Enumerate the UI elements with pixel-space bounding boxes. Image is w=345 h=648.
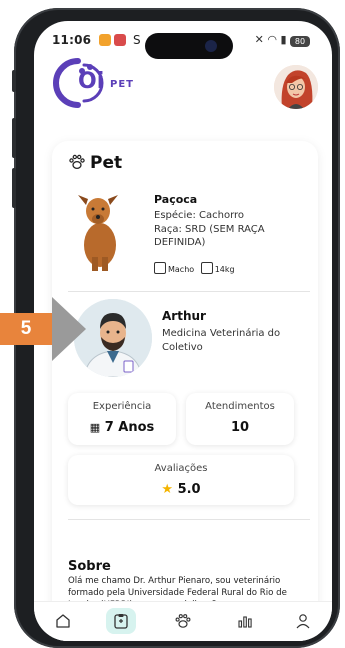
status-time: 11:06 S • bbox=[52, 33, 154, 47]
paw-icon bbox=[175, 614, 191, 628]
experience-card: Experiência ▦ 7 Anos bbox=[68, 393, 176, 445]
rating-value: ★ 5.0 bbox=[161, 482, 201, 497]
status-s-label: S bbox=[132, 33, 141, 47]
chart-icon bbox=[238, 616, 252, 628]
section-title: Pet bbox=[68, 153, 122, 173]
wifi-icon: ◠ bbox=[267, 33, 277, 46]
rating-card: Avaliações ★ 5.0 bbox=[68, 455, 294, 505]
mute-icon: ✕ bbox=[254, 33, 264, 46]
experience-label: Experiência bbox=[92, 401, 152, 412]
experience-value: ▦ 7 Anos bbox=[89, 420, 155, 435]
status-icons: ✕ ◠ ▮ 80 bbox=[255, 33, 310, 47]
nav-stats[interactable] bbox=[230, 608, 260, 634]
side-button bbox=[12, 118, 16, 158]
divider bbox=[68, 519, 310, 520]
dog-image bbox=[68, 185, 128, 273]
status-bar: 11:06 S • ✕ ◠ ▮ 80 bbox=[34, 21, 332, 59]
sex-icon bbox=[154, 262, 166, 274]
step-number-badge: 5 bbox=[0, 313, 52, 345]
pet-weight: 14kg bbox=[214, 265, 235, 274]
nav-appointments[interactable] bbox=[106, 608, 136, 634]
pointer-arrow-icon bbox=[52, 297, 86, 361]
camera-icon bbox=[205, 40, 217, 52]
brand-pet: PET bbox=[110, 79, 134, 90]
side-button bbox=[12, 70, 16, 92]
app-notification-icon bbox=[113, 34, 126, 46]
appointments-value: 10 bbox=[230, 420, 250, 435]
pet-name: Paçoca bbox=[154, 193, 198, 206]
user-avatar[interactable] bbox=[274, 65, 318, 109]
pet-card: Pet Paçoca Espécie: Cachorro Raça: SRD (… bbox=[52, 141, 318, 641]
home-icon bbox=[56, 614, 70, 628]
weight-icon bbox=[200, 262, 213, 274]
star-icon: ★ bbox=[161, 482, 174, 497]
section-title-text: Pet bbox=[90, 153, 123, 173]
signal-icon: ▮ bbox=[280, 33, 287, 46]
pet-photo[interactable] bbox=[68, 185, 128, 273]
calendar-icon: ▦ bbox=[89, 421, 101, 434]
pet-breed: Raça: SRD (SEM RAÇA DEFINIDA) bbox=[154, 224, 265, 248]
clipboard-icon bbox=[114, 614, 128, 629]
appointments-card: Atendimentos 10 bbox=[186, 393, 294, 445]
app-logo[interactable]: Oi PET bbox=[52, 55, 142, 115]
app-notification-icon bbox=[98, 34, 111, 46]
battery-icon: 80 bbox=[290, 36, 310, 47]
brand-oi: Oi bbox=[78, 69, 105, 94]
nav-profile[interactable] bbox=[288, 608, 318, 634]
app-header: Oi PET bbox=[34, 55, 332, 125]
pet-species: Espécie: Cachorro bbox=[154, 210, 245, 221]
vet-name: Arthur bbox=[162, 309, 206, 323]
rating-label: Avaliações bbox=[154, 463, 208, 474]
user-icon bbox=[296, 614, 310, 629]
nav-home[interactable] bbox=[48, 608, 78, 634]
nav-pets[interactable] bbox=[168, 608, 198, 634]
appointments-label: Atendimentos bbox=[205, 401, 275, 412]
bottom-nav bbox=[34, 601, 332, 641]
pet-tags: Macho 14kg bbox=[154, 262, 235, 274]
divider bbox=[68, 291, 310, 292]
side-button bbox=[12, 168, 16, 208]
paw-icon bbox=[69, 154, 85, 170]
about-title: Sobre bbox=[68, 559, 111, 574]
vet-role: Medicina Veterinária do Coletivo bbox=[162, 328, 281, 353]
avatar-image bbox=[274, 65, 318, 109]
pet-sex: Macho bbox=[168, 265, 195, 274]
